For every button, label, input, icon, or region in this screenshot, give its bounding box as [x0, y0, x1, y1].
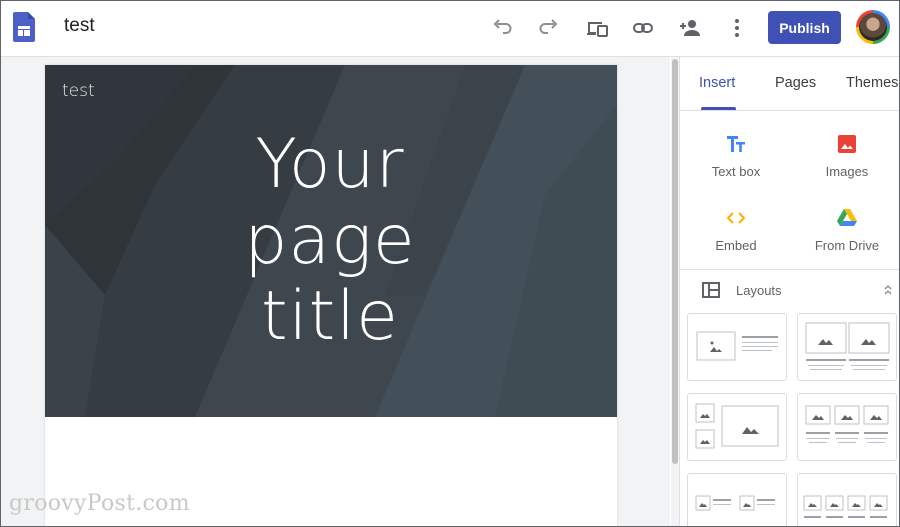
layout-thumbnail [805, 322, 890, 370]
site-page[interactable]: test Your page title [45, 65, 617, 526]
insert-embed[interactable]: Embed [686, 207, 786, 255]
insert-from-drive[interactable]: From Drive [797, 207, 897, 255]
insert-item-label: Embed [715, 238, 757, 253]
layout-option[interactable] [797, 313, 897, 381]
google-sites-icon[interactable] [13, 12, 35, 42]
tab-pages[interactable]: Pages [775, 75, 816, 91]
canvas-scrollbar-thumb[interactable] [672, 59, 678, 464]
watermark: groovyPost.com [9, 491, 190, 516]
layout-option[interactable] [797, 393, 897, 461]
insert-images[interactable]: Images [797, 133, 897, 181]
section-divider [680, 269, 899, 270]
layout-option[interactable] [797, 473, 897, 526]
layout-thumbnail [695, 495, 775, 511]
redo-icon[interactable] [537, 16, 561, 40]
layout-option[interactable] [687, 313, 787, 381]
insert-item-label: Text box [711, 164, 761, 179]
collapse-chevron-icon[interactable] [883, 283, 893, 297]
insert-item-label: Images [825, 164, 869, 179]
top-bar: test Publish [1, 1, 899, 57]
text-box-icon [727, 136, 745, 152]
layouts-label: Layouts [736, 283, 782, 298]
share-add-person-icon[interactable] [678, 16, 702, 40]
more-options-icon[interactable] [725, 16, 749, 40]
header-banner[interactable]: test Your page title [45, 65, 617, 417]
editor-canvas: test Your page title [1, 57, 670, 526]
publish-button[interactable]: Publish [768, 11, 841, 44]
tab-divider [680, 110, 899, 111]
embed-icon [726, 212, 746, 224]
tab-themes[interactable]: Themes [846, 75, 898, 91]
layouts-header[interactable]: Layouts [680, 277, 899, 303]
layout-option[interactable] [687, 393, 787, 461]
avatar-photo [859, 13, 887, 41]
insert-text-box[interactable]: Text box [686, 133, 786, 181]
drive-icon [837, 209, 857, 226]
undo-icon[interactable] [490, 16, 514, 40]
tab-insert[interactable]: Insert [699, 75, 735, 91]
layout-option[interactable] [687, 473, 787, 526]
image-icon [838, 135, 856, 153]
page-title-line: Your [255, 125, 405, 204]
link-icon[interactable] [631, 16, 655, 40]
page-title-line: page [244, 201, 416, 280]
app-window: test Publish test Your page title Insert… [0, 0, 900, 527]
preview-devices-icon[interactable] [585, 16, 609, 40]
layout-thumbnail [803, 495, 888, 518]
insert-item-label: From Drive [814, 238, 880, 253]
layout-thumbnail [805, 405, 889, 443]
layout-thumbnail [696, 331, 778, 361]
side-panel: Insert Pages Themes Text box Images Embe… [679, 57, 899, 526]
document-title[interactable]: test [64, 15, 95, 37]
page-title[interactable]: Your page title [195, 127, 465, 355]
avatar[interactable] [856, 10, 890, 44]
page-title-line: title [261, 277, 399, 356]
layout-thumbnail [695, 403, 779, 449]
site-name[interactable]: test [62, 81, 95, 101]
layouts-icon [702, 282, 720, 298]
